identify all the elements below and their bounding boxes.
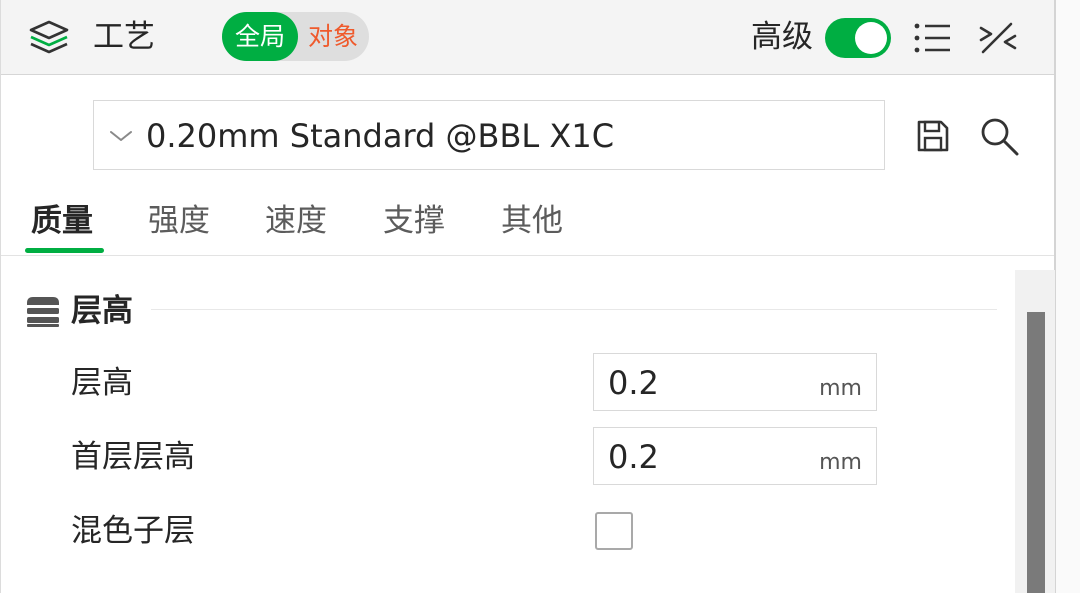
panel-title: 工艺 [93, 19, 155, 55]
toggle-knob [855, 22, 887, 54]
process-settings-panel: 工艺 全局 对象 高级 0.20mm Standard @BBL X1C 质量 … [0, 0, 1056, 593]
layer-height-unit: mm [819, 376, 862, 401]
initial-layer-height-label: 首层层高 [71, 439, 195, 475]
layer-height-value: 0.2 [608, 364, 659, 402]
tab-speed[interactable]: 速度 [265, 200, 327, 242]
mixed-color-sublayer-label: 混色子层 [71, 513, 195, 549]
save-icon[interactable] [913, 116, 953, 156]
layer-height-input[interactable]: 0.2 mm [593, 353, 877, 411]
mixed-color-sublayer-checkbox[interactable] [595, 512, 633, 550]
initial-layer-height-unit: mm [819, 450, 862, 475]
scope-global-option[interactable]: 全局 [222, 12, 298, 61]
section-divider [151, 309, 997, 310]
layer-height-label: 层高 [71, 365, 133, 401]
scrollbar-thumb[interactable] [1027, 312, 1045, 593]
scope-object-option[interactable]: 对象 [300, 12, 366, 61]
list-icon[interactable] [913, 20, 953, 56]
initial-layer-height-input[interactable]: 0.2 mm [593, 427, 877, 485]
initial-layer-height-value: 0.2 [608, 438, 659, 476]
outside-background [1056, 0, 1080, 593]
tab-others[interactable]: 其他 [501, 200, 563, 242]
layers-icon [29, 20, 69, 54]
section-title: 层高 [71, 293, 133, 329]
layer-stack-icon [27, 297, 59, 327]
collapse-icon[interactable] [977, 18, 1019, 58]
settings-tabs: 质量 强度 速度 支撑 其他 [1, 190, 1054, 256]
active-tab-indicator [25, 248, 104, 253]
tab-strength[interactable]: 强度 [148, 200, 210, 242]
tab-support[interactable]: 支撑 [383, 200, 445, 242]
advanced-label: 高级 [751, 19, 813, 55]
preset-name: 0.20mm Standard @BBL X1C [146, 117, 615, 155]
preset-dropdown[interactable]: 0.20mm Standard @BBL X1C [93, 100, 885, 170]
scope-toggle[interactable]: 全局 对象 [222, 12, 369, 61]
panel-header: 工艺 全局 对象 高级 [1, 0, 1054, 75]
tab-quality[interactable]: 质量 [31, 200, 93, 242]
chevron-down-icon [110, 131, 132, 141]
advanced-toggle[interactable] [825, 18, 891, 58]
search-icon[interactable] [977, 114, 1023, 160]
